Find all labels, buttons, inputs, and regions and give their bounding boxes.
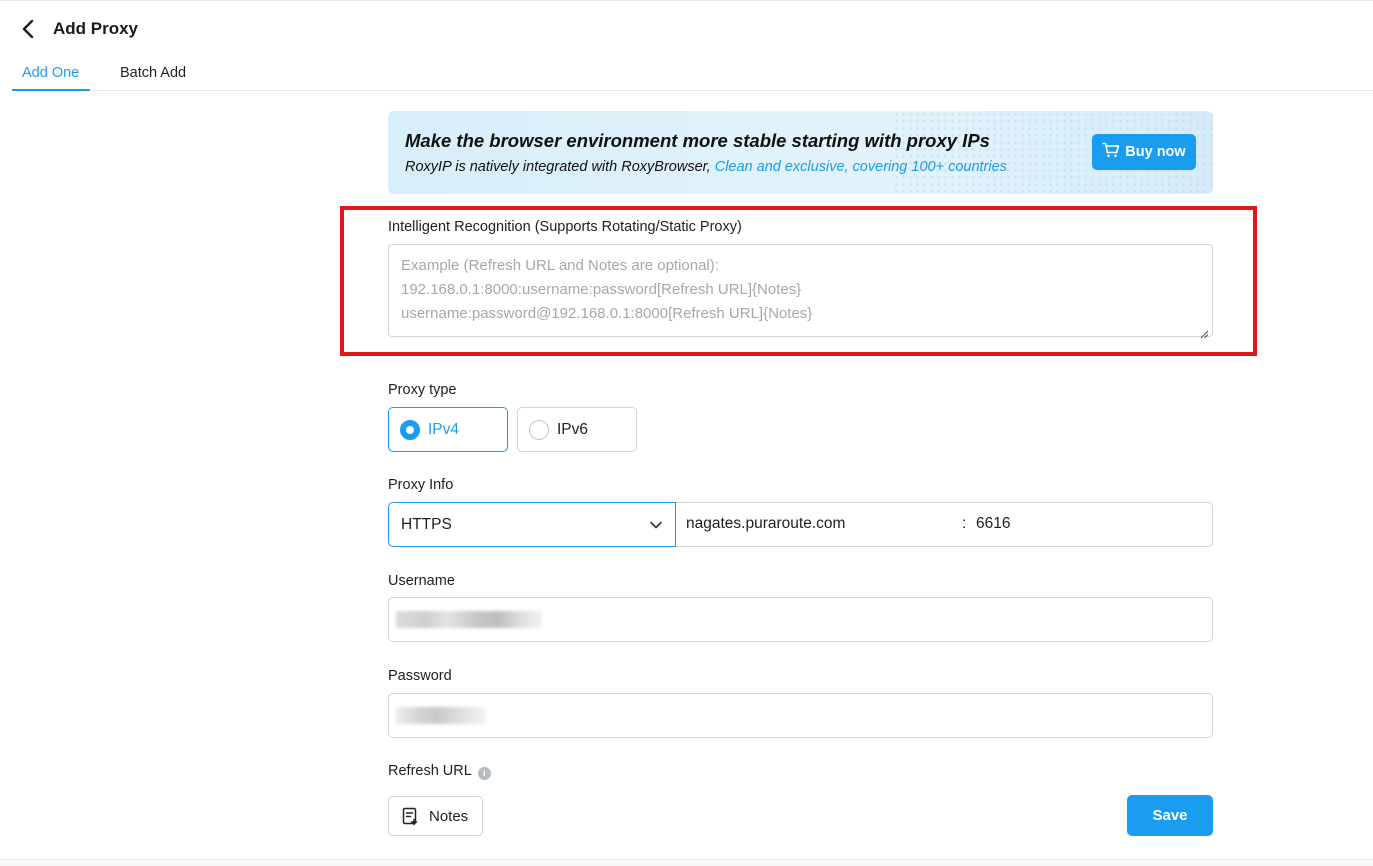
banner-subtitle-text: RoxyIP is natively integrated with RoxyB… xyxy=(405,159,711,175)
bottom-divider xyxy=(0,859,1373,866)
password-label: Password xyxy=(388,668,452,684)
username-input[interactable] xyxy=(388,597,1213,642)
proxy-info-row: HTTPS nagates.puraroute.com : 6616 xyxy=(388,502,1213,547)
intelligent-recognition-textarea[interactable]: Example (Refresh URL and Notes are optio… xyxy=(388,244,1213,339)
blurred-password-value xyxy=(396,707,486,724)
notes-button[interactable]: Notes xyxy=(388,796,483,836)
placeholder-line: 192.168.0.1:8000:username:password[Refre… xyxy=(401,281,802,298)
tab-bar: Add One Batch Add xyxy=(12,58,1373,91)
placeholder-line: username:password@192.168.0.1:8000[Refre… xyxy=(401,305,813,322)
password-input[interactable] xyxy=(388,693,1213,738)
host-port-separator: : xyxy=(962,515,967,532)
ipv6-label: IPv6 xyxy=(557,420,589,438)
buy-now-label: Buy now xyxy=(1125,144,1186,160)
proxy-type-label: Proxy type xyxy=(388,382,457,398)
chevron-down-icon xyxy=(649,518,663,532)
tab-add-one[interactable]: Add One xyxy=(12,58,90,91)
tab-batch-add[interactable]: Batch Add xyxy=(110,58,196,91)
resize-handle-icon[interactable] xyxy=(1199,323,1209,339)
proxy-type-ipv6-option[interactable]: IPv6 xyxy=(517,407,637,452)
save-button[interactable]: Save xyxy=(1127,795,1213,836)
recognition-label: Intelligent Recognition (Supports Rotati… xyxy=(388,219,742,235)
roxyip-promo-banner: Make the browser environment more stable… xyxy=(388,111,1213,194)
port-input[interactable]: 6616 xyxy=(976,515,1196,533)
ipv4-label: IPv4 xyxy=(428,420,460,438)
info-icon[interactable]: i xyxy=(477,767,491,780)
banner-subtitle-highlight: Clean and exclusive, covering 100+ count… xyxy=(714,159,1007,175)
refresh-url-text: Refresh URL xyxy=(388,763,472,779)
banner-title: Make the browser environment more stable… xyxy=(405,130,990,151)
refresh-url-label: Refresh URL i xyxy=(388,763,491,780)
notes-icon xyxy=(402,807,420,826)
buy-now-button[interactable]: Buy now xyxy=(1092,134,1196,170)
host-input[interactable]: nagates.puraroute.com xyxy=(686,515,956,533)
notes-label: Notes xyxy=(429,807,469,825)
username-label: Username xyxy=(388,573,455,589)
placeholder-line: Example (Refresh URL and Notes are optio… xyxy=(401,257,719,274)
protocol-value: HTTPS xyxy=(401,515,452,533)
page-title: Add Proxy xyxy=(53,19,139,38)
page-header: Add Proxy xyxy=(18,16,138,42)
proxy-info-label: Proxy Info xyxy=(388,477,454,493)
top-divider xyxy=(0,0,1373,3)
proxy-type-ipv4-option[interactable]: IPv4 xyxy=(388,407,508,452)
banner-subtitle: RoxyIP is natively integrated with RoxyB… xyxy=(405,159,1007,175)
blurred-username-value xyxy=(396,611,542,628)
cart-icon xyxy=(1102,142,1120,162)
radio-selected-icon xyxy=(400,419,420,440)
back-arrow-icon[interactable] xyxy=(18,19,38,39)
radio-unselected-icon xyxy=(529,419,549,440)
protocol-select[interactable]: HTTPS xyxy=(388,502,676,547)
